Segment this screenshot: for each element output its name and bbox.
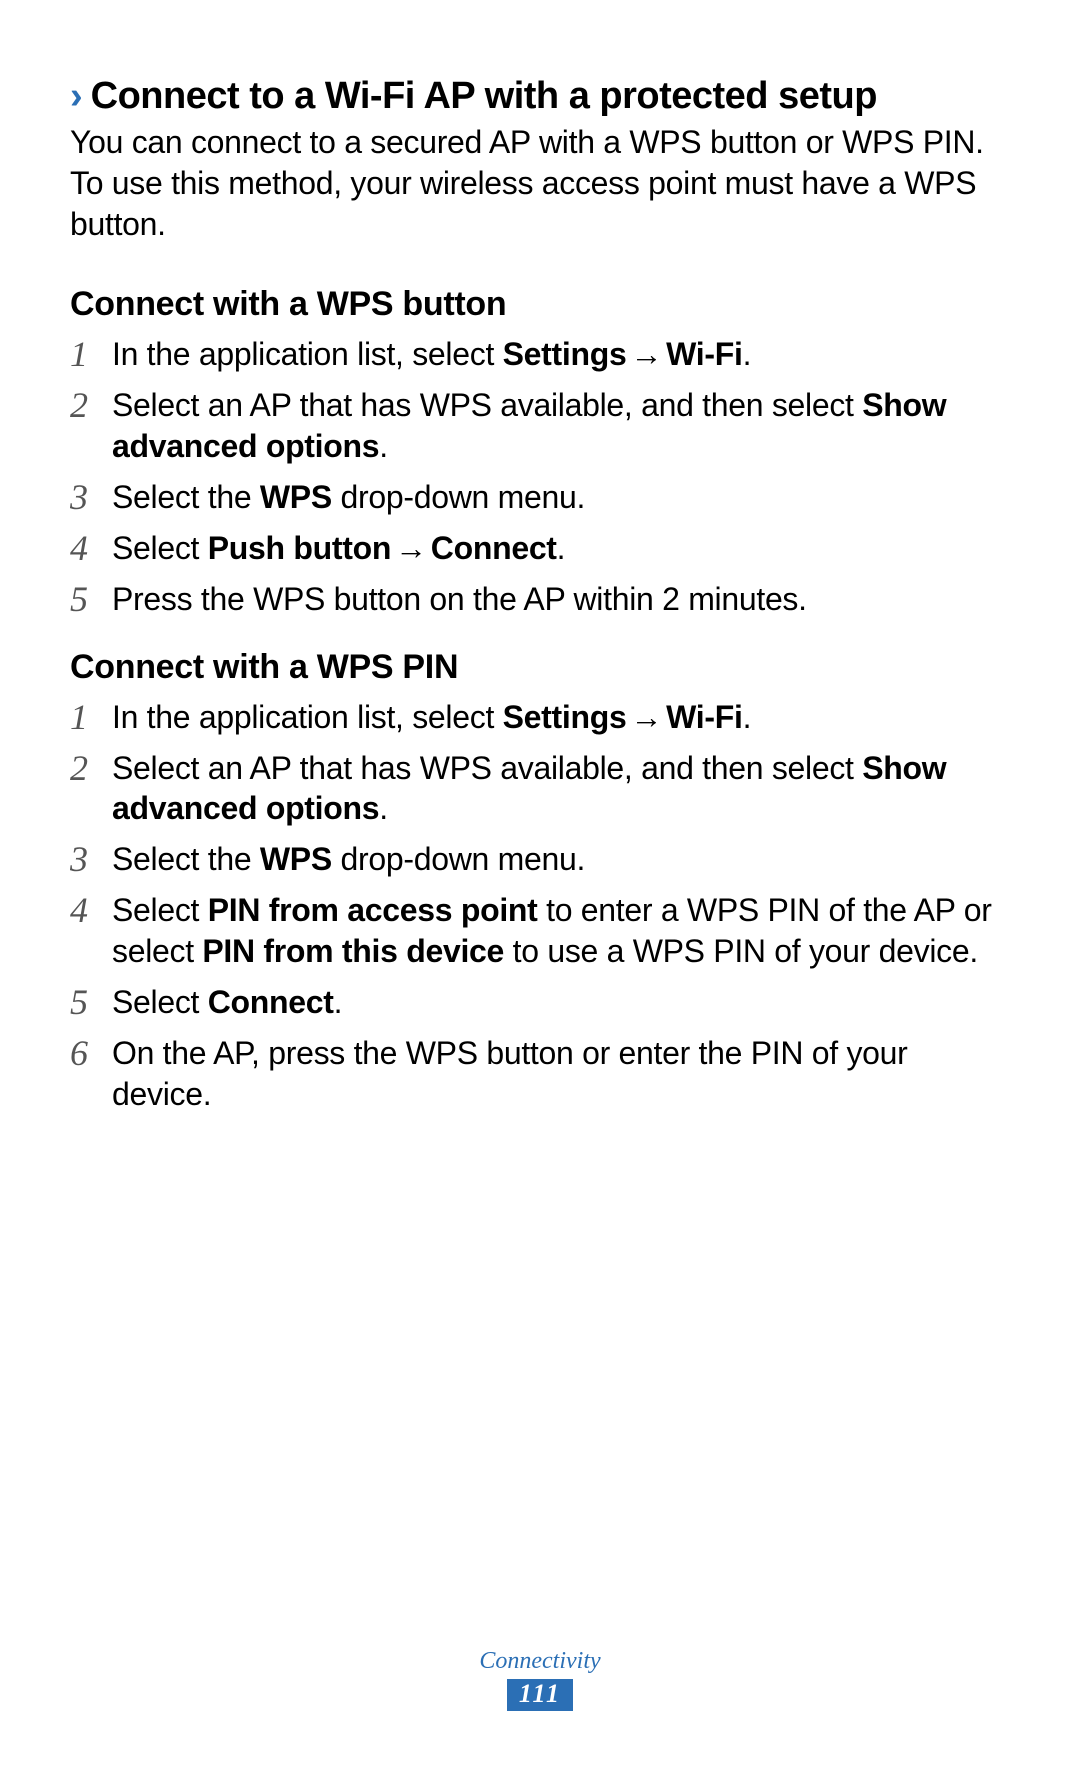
step-text: Select PIN from access point to enter a … [112, 890, 1010, 972]
step-text: In the application list, select Settings… [112, 697, 1010, 738]
step-number: 3 [70, 477, 112, 515]
step-number: 4 [70, 528, 112, 566]
step-text: Select the WPS drop-down menu. [112, 477, 1010, 518]
wps-button-steps: 1 In the application list, select Settin… [70, 334, 1010, 620]
list-item: 3 Select the WPS drop-down menu. [70, 839, 1010, 880]
wps-pin-steps: 1 In the application list, select Settin… [70, 697, 1010, 1116]
step-number: 5 [70, 982, 112, 1020]
page-footer: Connectivity 111 [0, 1648, 1080, 1711]
step-text: In the application list, select Settings… [112, 334, 1010, 375]
chevron-right-icon: › [70, 75, 83, 118]
list-item: 3 Select the WPS drop-down menu. [70, 477, 1010, 518]
step-text: Select the WPS drop-down menu. [112, 839, 1010, 880]
list-item: 4 Select Push button → Connect. [70, 528, 1010, 569]
step-number: 3 [70, 839, 112, 877]
step-number: 2 [70, 385, 112, 423]
list-item: 5 Select Connect. [70, 982, 1010, 1023]
step-number: 6 [70, 1033, 112, 1071]
list-item: 5 Press the WPS button on the AP within … [70, 579, 1010, 620]
step-text: Select an AP that has WPS available, and… [112, 748, 1010, 830]
section-header: › Connect to a Wi-Fi AP with a protected… [70, 75, 1010, 118]
step-number: 4 [70, 890, 112, 928]
page-number: 111 [507, 1679, 573, 1711]
list-item: 6 On the AP, press the WPS button or ent… [70, 1033, 1010, 1115]
step-text: Select Push button → Connect. [112, 528, 1010, 569]
step-number: 1 [70, 334, 112, 372]
step-text: Select Connect. [112, 982, 1010, 1023]
step-text: Select an AP that has WPS available, and… [112, 385, 1010, 467]
wps-button-heading: Connect with a WPS button [70, 285, 1010, 324]
section-title: Connect to a Wi-Fi AP with a protected s… [91, 75, 877, 118]
footer-section-label: Connectivity [0, 1648, 1080, 1675]
wps-pin-heading: Connect with a WPS PIN [70, 648, 1010, 687]
list-item: 2 Select an AP that has WPS available, a… [70, 748, 1010, 830]
list-item: 4 Select PIN from access point to enter … [70, 890, 1010, 972]
step-text: Press the WPS button on the AP within 2 … [112, 579, 1010, 620]
step-number: 5 [70, 579, 112, 617]
list-item: 2 Select an AP that has WPS available, a… [70, 385, 1010, 467]
step-number: 2 [70, 748, 112, 786]
list-item: 1 In the application list, select Settin… [70, 697, 1010, 738]
step-number: 1 [70, 697, 112, 735]
intro-paragraph: You can connect to a secured AP with a W… [70, 122, 1010, 245]
list-item: 1 In the application list, select Settin… [70, 334, 1010, 375]
step-text: On the AP, press the WPS button or enter… [112, 1033, 1010, 1115]
